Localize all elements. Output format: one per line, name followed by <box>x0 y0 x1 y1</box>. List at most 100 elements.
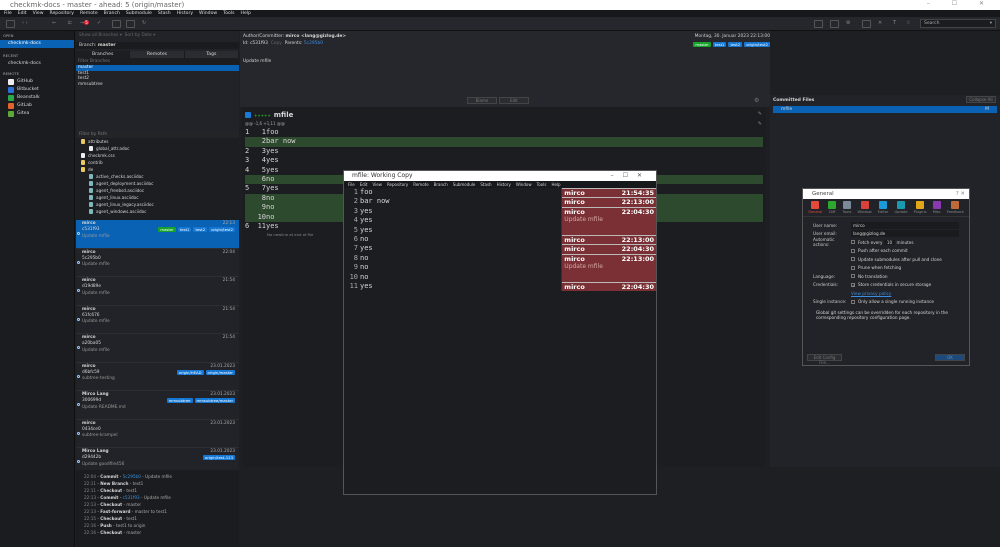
pref-tab-diff[interactable]: Diff <box>828 201 837 214</box>
blame-block[interactable]: mirco 22:04:30 <box>562 244 656 254</box>
stash-icon[interactable] <box>112 20 121 28</box>
sidebar-item-github[interactable]: GitHub <box>0 78 74 86</box>
sidebar-item-recent-repo[interactable]: checkmk-docs <box>0 60 74 68</box>
committed-file-item[interactable]: mfile M <box>773 106 997 113</box>
tree-item[interactable]: agent_freebsd.asciidoc <box>76 187 239 194</box>
refresh-icon[interactable]: ↻ <box>142 20 151 28</box>
star-icon[interactable]: ☆ <box>906 20 915 28</box>
parent-link[interactable]: 5c295b0 <box>304 41 323 46</box>
edit-button[interactable]: Edit <box>499 97 529 104</box>
menu-item-tools[interactable]: Tools <box>223 10 234 17</box>
commit-row[interactable]: mirco c531f93 Update mfile 22:13 master test1… <box>76 220 239 249</box>
single-instance-checkbox[interactable] <box>851 299 855 304</box>
commit-row[interactable]: mirco 0434ce0 subtree-krampel 23.01.2023 <box>76 420 239 448</box>
search-input[interactable]: Search ▾ <box>920 19 996 28</box>
log-entry[interactable]: 22:13 - Commit - c531f93 - Update mfile <box>76 494 239 501</box>
tree-item[interactable]: agent_deployment.asciidoc <box>76 180 239 187</box>
commit-row[interactable]: mirco 5c295b0 Update mfile 22:04 <box>76 249 239 277</box>
commit-row[interactable]: mirco d19d89e Update mfile 21:54 <box>76 277 239 306</box>
menu-item-edit[interactable]: Edit <box>360 182 368 187</box>
edit-icon[interactable]: ✎ <box>758 111 762 117</box>
menu-item-file[interactable]: File <box>348 182 355 187</box>
menu-item-repository[interactable]: Repository <box>387 182 408 187</box>
fetch-interval-spinner[interactable]: 10 <box>883 239 896 245</box>
tab-remotes[interactable]: Remotes <box>130 51 185 58</box>
show-all-branches-dropdown[interactable]: Show all Branches ▾ <box>79 33 122 38</box>
ok-button[interactable]: OK <box>935 354 965 361</box>
blame-block[interactable]: mirco 22:13:00 Update mfile <box>562 253 656 282</box>
sidebar-item-beanstalk[interactable]: Beanstalk <box>0 94 74 102</box>
pref-tab-feedback[interactable]: Feedback <box>947 201 964 214</box>
menu-item-branch[interactable]: Branch <box>434 182 448 187</box>
pref-tab-general[interactable]: General <box>808 201 822 214</box>
log-commit-link[interactable]: c531f93 <box>123 495 140 500</box>
log-entry[interactable]: 22:16 - Push - test1 to origin <box>76 522 239 529</box>
fetch-icon[interactable]: ⇇ <box>68 20 77 28</box>
menu-item-submodule[interactable]: Submodule <box>453 182 476 187</box>
collapse-all-button[interactable]: Collapse All <box>966 96 996 103</box>
prune-checkbox[interactable] <box>851 265 855 270</box>
commit-row[interactable]: mirco a20ba05 Update mfile 21:54 <box>76 334 239 363</box>
sidebar-item-gitlab[interactable]: GitLab <box>0 102 74 110</box>
commit-icon[interactable]: ✓ <box>97 20 106 28</box>
pull-icon[interactable]: ⇐ <box>52 20 61 28</box>
privacy-policy-link[interactable]: View privacy policy <box>851 291 891 296</box>
edit-config-button[interactable]: Edit Config File... <box>807 354 842 365</box>
terminal-icon[interactable] <box>814 20 823 28</box>
gear-icon[interactable]: ⚙ <box>754 97 759 104</box>
blame-block[interactable]: mirco 22:04:30 Update mfile <box>562 206 656 235</box>
log-entry[interactable]: 22:16 - Checkout - master <box>76 529 239 536</box>
blame-block[interactable]: mirco 22:13:00 <box>562 234 656 245</box>
menu-item-remote[interactable]: Remote <box>413 182 428 187</box>
tree-item[interactable]: active_checks.asciidoc <box>76 173 239 180</box>
tree-item[interactable]: agent_linux.asciidoc <box>76 194 239 201</box>
push-after-commit-checkbox[interactable] <box>851 248 855 253</box>
pref-tab-editor[interactable]: Editor <box>878 201 888 214</box>
log-entry[interactable]: 22:11 - New Branch - test1 <box>76 480 239 487</box>
settings-icon[interactable]: ⚙ <box>846 20 855 28</box>
log-entry[interactable]: 22:04 - Commit - 5c295b0 - Update mfile <box>76 473 239 480</box>
menu-item-help[interactable]: Help <box>241 10 251 17</box>
menu-item-file[interactable]: File <box>4 10 12 17</box>
pref-tab-plugins[interactable]: Plugins <box>914 201 927 214</box>
commit-row[interactable]: mirco d6bfc59 subtree-testing 23.01.2023 ori… <box>76 363 239 391</box>
user-email-input[interactable]: lang@gizlog.de <box>851 230 959 238</box>
tree-item[interactable]: global_attr.adoc <box>76 145 239 152</box>
text-icon[interactable]: T <box>893 20 902 28</box>
log-entry[interactable]: 22:13 - Fast-forward - master to test1 <box>76 508 239 515</box>
tab-tags[interactable]: Tags <box>184 51 239 58</box>
edit-icon[interactable]: ✎ <box>758 121 762 127</box>
filter-branches-input[interactable]: Filter Branches <box>76 58 239 65</box>
sidebar-toggle-icon[interactable] <box>6 20 15 28</box>
blame-block[interactable]: mirco 22:04:30 <box>562 281 656 292</box>
tab-branches[interactable]: Branches <box>76 51 131 58</box>
folder-icon[interactable] <box>830 20 839 28</box>
pref-tab-tools[interactable]: Tools <box>842 201 851 214</box>
copy-button[interactable]: Copy <box>271 41 282 46</box>
chevron-down-icon[interactable]: ▾ <box>990 21 992 26</box>
pref-tab-window[interactable]: Window <box>857 201 872 214</box>
menu-item-window[interactable]: Window <box>516 182 532 187</box>
store-credentials-checkbox[interactable]: ✓ <box>851 282 855 287</box>
sidebar-item-bitbucket[interactable]: Bitbucket <box>0 86 74 94</box>
menu-item-remote[interactable]: Remote <box>80 10 98 17</box>
menu-item-edit[interactable]: Edit <box>18 10 27 17</box>
menu-item-view[interactable]: View <box>372 182 382 187</box>
menu-item-tools[interactable]: Tools <box>537 182 547 187</box>
blame-block[interactable]: mirco 21:54:35 <box>562 188 656 198</box>
sidebar-item-open-repo[interactable]: checkmk-docs <box>0 40 74 48</box>
commit-row[interactable]: Mirco Lang 300699d Update README.md 23.01.2… <box>76 391 239 420</box>
push-icon[interactable]: ⇒5 <box>80 20 89 28</box>
menu-item-view[interactable]: View <box>33 10 44 17</box>
menu-item-history[interactable]: History <box>177 10 193 17</box>
blame-button[interactable]: Blame <box>467 97 497 104</box>
stash-pop-icon[interactable] <box>126 20 135 28</box>
close-icon[interactable]: ? ✕ <box>956 189 969 199</box>
menu-item-history[interactable]: History <box>497 182 511 187</box>
sidebar-item-gitea[interactable]: Gitea <box>0 110 74 118</box>
tree-item[interactable]: checkmk.css <box>76 152 239 159</box>
branch-item[interactable]: mmsubtree <box>76 82 239 88</box>
log-commit-link[interactable]: 5c295b0 <box>123 474 141 479</box>
pref-tab-update[interactable]: Update <box>895 201 908 214</box>
tools-icon[interactable]: ✕ <box>878 20 887 28</box>
